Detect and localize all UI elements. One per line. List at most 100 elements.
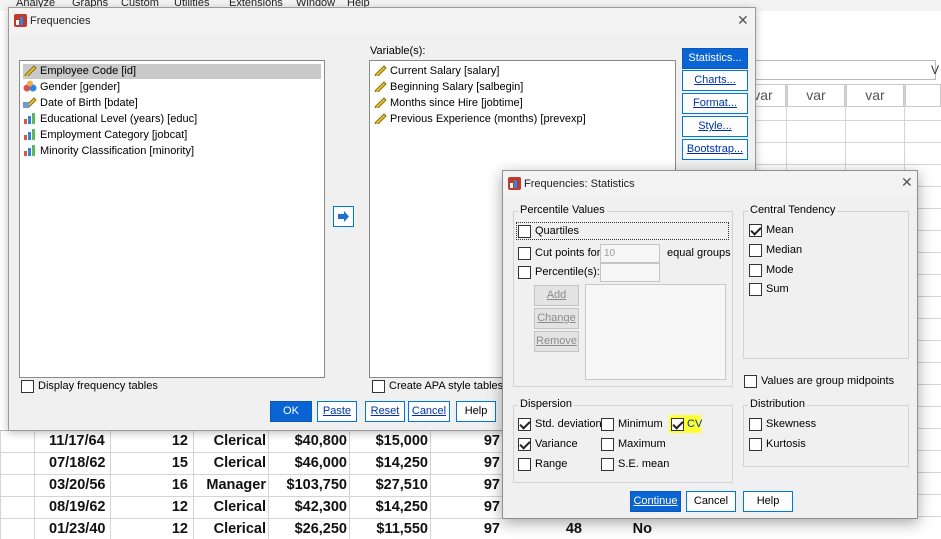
move-variable-button[interactable] [333,206,354,227]
cell-salary[interactable]: $46,000 [271,455,347,471]
charts-button[interactable]: Charts... [682,70,748,91]
ok-button[interactable]: OK [270,401,312,422]
paste-button[interactable]: Paste [317,401,357,422]
cell-value-box[interactable] [750,60,936,80]
variance-checkbox[interactable] [518,438,531,451]
list-item[interactable]: Gender [gender] [23,80,120,95]
continue-button[interactable]: Continue [630,491,681,512]
kurtosis-checkbox[interactable] [749,438,762,451]
cell-salbegin[interactable]: $15,000 [352,433,428,449]
percentiles-label: Percentile(s): [535,266,600,278]
cell-educ[interactable]: 12 [150,499,188,515]
cell-bdate[interactable]: 08/19/62 [49,499,105,515]
cell-salary[interactable]: $103,750 [271,477,347,493]
list-item[interactable]: Employee Code [id] [23,64,321,79]
dispersion-title: Dispersion [518,398,574,410]
remove-button[interactable]: Remove [534,331,579,352]
quartiles-label: Quartiles [535,225,580,237]
bootstrap-button[interactable]: Bootstrap... [682,139,748,160]
var-column-header[interactable]: var [787,84,845,107]
cell-educ[interactable]: 12 [150,521,188,537]
format-button[interactable]: Format... [682,93,748,114]
group-midpoints-checkbox[interactable] [744,375,757,388]
list-item[interactable]: Months since Hire [jobtime] [373,96,523,111]
median-checkbox[interactable] [749,244,762,257]
apa-style-checkbox[interactable] [372,380,385,393]
cell-jobcat[interactable]: Clerical [196,499,266,515]
percentile-list[interactable] [585,284,726,380]
central-tendency-title: Central Tendency [748,204,838,216]
cell-salary[interactable]: $42,300 [271,499,347,515]
minimum-checkbox[interactable] [601,418,614,431]
cell-bdate[interactable]: 03/20/56 [49,477,105,493]
cell-jobtime[interactable]: 97 [470,455,500,471]
list-item[interactable]: Previous Experience (months) [prevexp] [373,112,586,127]
source-variable-list[interactable]: Employee Code [id] Gender [gender] Date … [19,60,325,378]
mean-checkbox[interactable] [749,224,762,237]
cell-salary[interactable]: $40,800 [271,433,347,449]
cut-points-input[interactable]: 10 [600,244,660,263]
scale-ruler-icon [374,65,387,76]
cell-jobcat[interactable]: Clerical [196,455,266,471]
cell-jobcat[interactable]: Clerical [196,433,266,449]
range-checkbox[interactable] [518,458,531,471]
skewness-checkbox[interactable] [749,418,762,431]
std-deviation-checkbox[interactable] [518,418,531,431]
cancel-button[interactable]: Cancel [686,491,736,512]
percentile-values-title: Percentile Values [518,204,607,216]
scale-ruler-icon [374,97,387,108]
help-button[interactable]: Help [743,491,793,512]
mode-checkbox[interactable] [749,264,762,277]
display-frequency-tables-checkbox[interactable] [21,380,34,393]
cell-jobtime[interactable]: 97 [470,477,500,493]
list-item[interactable]: Employment Category [jobcat] [23,128,187,143]
cell-minority[interactable]: No [612,521,652,537]
list-item[interactable]: Current Salary [salary] [373,64,499,79]
spss-app-icon [14,14,27,27]
cell-bdate[interactable]: 07/18/62 [49,455,105,471]
cell-jobcat[interactable]: Manager [196,477,266,493]
cell-salbegin[interactable]: $11,550 [352,521,428,537]
quartiles-checkbox[interactable] [518,225,531,238]
cell-educ[interactable]: 15 [150,455,188,471]
reset-button[interactable]: Reset [365,401,405,422]
variables-label: Variable(s): [370,45,426,57]
cv-checkbox[interactable] [671,418,684,431]
nominal-icon [23,80,37,92]
percentile-input[interactable] [600,263,660,282]
close-icon[interactable]: ✕ [737,12,749,29]
cell-salbegin[interactable]: $14,250 [352,499,428,515]
change-button[interactable]: Change [534,308,579,329]
var-column-header[interactable] [905,84,941,107]
help-button[interactable]: Help [456,401,496,422]
se-mean-checkbox[interactable] [601,458,614,471]
var-column-header[interactable]: var [846,84,904,107]
cell-educ[interactable]: 16 [150,477,188,493]
mode-label: Mode [766,264,794,276]
cell-jobtime[interactable]: 97 [470,521,500,537]
equal-groups-label: equal groups [667,247,731,259]
cell-salary[interactable]: $26,250 [271,521,347,537]
add-button[interactable]: Add [534,285,579,306]
close-icon[interactable]: ✕ [901,174,913,191]
statistics-button[interactable]: Statistics... [682,48,748,69]
style-button[interactable]: Style... [682,116,748,137]
cancel-button[interactable]: Cancel [408,401,450,422]
cell-educ[interactable]: 12 [150,433,188,449]
cell-jobtime[interactable]: 97 [470,499,500,515]
percentiles-checkbox[interactable] [518,266,531,279]
list-item[interactable]: Beginning Salary [salbegin] [373,80,523,95]
cell-prevexp[interactable]: 48 [552,521,582,537]
cut-points-checkbox[interactable] [518,247,531,260]
cell-bdate[interactable]: 01/23/40 [49,521,105,537]
cell-jobtime[interactable]: 97 [470,433,500,449]
cell-jobcat[interactable]: Clerical [196,521,266,537]
maximum-checkbox[interactable] [601,438,614,451]
cell-salbegin[interactable]: $14,250 [352,455,428,471]
list-item[interactable]: Date of Birth [bdate] [23,96,138,111]
list-item[interactable]: Educational Level (years) [educ] [23,112,197,127]
cell-bdate[interactable]: 11/17/64 [49,433,105,449]
cell-salbegin[interactable]: $27,510 [352,477,428,493]
sum-checkbox[interactable] [749,283,762,296]
list-item[interactable]: Minority Classification [minority] [23,144,194,159]
